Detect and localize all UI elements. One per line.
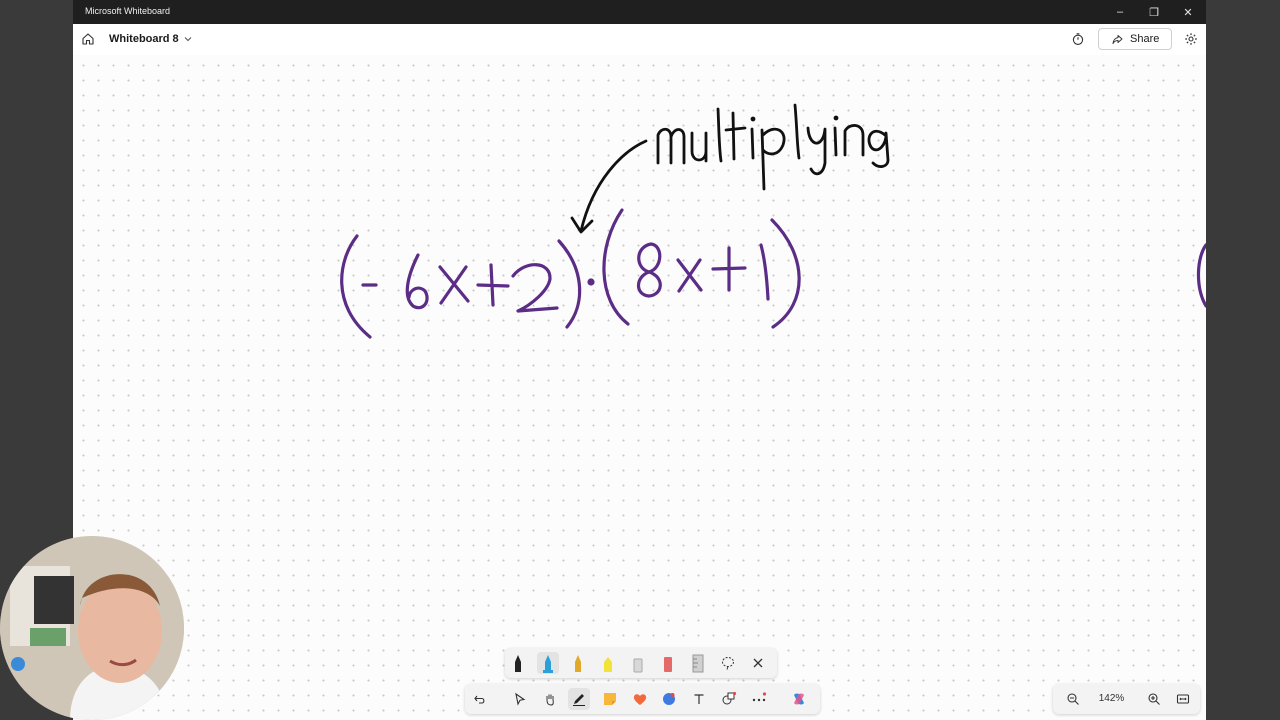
- undo-button[interactable]: [469, 688, 491, 710]
- zoom-level[interactable]: 142%: [1093, 693, 1130, 704]
- lasso-icon: [722, 657, 734, 670]
- fit-to-screen-button[interactable]: [1172, 688, 1194, 710]
- zoom-out-button[interactable]: [1062, 688, 1084, 710]
- undo-icon: [474, 695, 485, 704]
- timer-button[interactable]: [1069, 30, 1087, 48]
- more-tools-button[interactable]: [748, 688, 770, 710]
- ink-layer: [340, 103, 1206, 339]
- copilot-icon: [794, 693, 804, 705]
- highlighter-icon: [604, 657, 612, 672]
- timer-icon: [1072, 33, 1084, 45]
- zoom-in-button[interactable]: [1143, 688, 1165, 710]
- blue-pen-button[interactable]: [537, 652, 559, 674]
- minimize-button[interactable]: –: [1103, 0, 1137, 24]
- close-window-button[interactable]: ✕: [1171, 0, 1205, 24]
- more-icon: [752, 692, 767, 702]
- close-icon: [753, 658, 763, 668]
- pointer-icon: [515, 692, 526, 706]
- restore-icon: ❐: [1149, 6, 1159, 19]
- blue-pen-icon: [543, 655, 553, 673]
- highlighter-button[interactable]: [597, 652, 619, 674]
- close-icon: ✕: [1183, 6, 1193, 19]
- pen-button[interactable]: [568, 688, 590, 710]
- text-button[interactable]: [688, 688, 710, 710]
- chat-bubble-icon: [663, 693, 675, 705]
- minimize-icon: –: [1116, 6, 1124, 18]
- black-pen-button[interactable]: [507, 652, 529, 674]
- whiteboard-window: Microsoft Whiteboard – ❐ ✕ Whiteboard 8: [73, 0, 1206, 720]
- hand-icon: [546, 694, 554, 706]
- sticky-note-button[interactable]: [599, 688, 621, 710]
- pan-button[interactable]: [539, 688, 561, 710]
- copilot-button[interactable]: [788, 688, 810, 710]
- whiteboard-canvas[interactable]: [73, 55, 1206, 720]
- shapes-button[interactable]: [718, 688, 740, 710]
- presenter-video: [0, 536, 184, 720]
- app-title: Microsoft Whiteboard: [85, 6, 171, 16]
- shapes-icon: [722, 691, 737, 705]
- pen-icon: [573, 694, 585, 706]
- app-bar: Whiteboard 8 Share: [73, 24, 1206, 56]
- share-button[interactable]: Share: [1098, 28, 1172, 50]
- lasso-button[interactable]: [717, 652, 739, 674]
- red-pen-icon: [664, 657, 672, 672]
- sticky-note-icon: [604, 693, 616, 705]
- share-label: Share: [1130, 33, 1160, 45]
- eraser-button[interactable]: [627, 652, 649, 674]
- pencil-button[interactable]: [567, 652, 589, 674]
- settings-button[interactable]: [1182, 30, 1200, 48]
- black-pen-icon: [515, 655, 521, 672]
- red-pen-button[interactable]: [657, 652, 679, 674]
- board-name: Whiteboard 8: [109, 33, 179, 45]
- ruler-button[interactable]: [687, 652, 709, 674]
- main-toolbar: [465, 684, 820, 714]
- eraser-icon: [633, 658, 643, 673]
- text-icon: [694, 694, 704, 704]
- reactions-button[interactable]: [629, 688, 651, 710]
- close-pen-tray-button[interactable]: [747, 652, 769, 674]
- board-name-dropdown[interactable]: Whiteboard 8: [109, 33, 193, 45]
- ink-multiply-dot: [587, 278, 595, 286]
- ink-partial-stroke: [1196, 243, 1206, 308]
- zoom-bar: 142%: [1053, 684, 1200, 714]
- ruler-icon: [692, 654, 704, 673]
- pencil-icon: [575, 655, 581, 672]
- select-button[interactable]: [509, 688, 531, 710]
- restore-button[interactable]: ❐: [1137, 0, 1171, 24]
- home-button[interactable]: [79, 30, 97, 48]
- copilot-chat-button[interactable]: [658, 688, 680, 710]
- gear-icon: [1185, 33, 1197, 45]
- webcam-overlay: [0, 536, 184, 720]
- zoom-out-icon: [1067, 693, 1079, 705]
- ink-expression: [340, 208, 801, 339]
- pen-tray: [505, 648, 777, 678]
- share-icon: [1112, 34, 1123, 44]
- home-icon: [82, 33, 94, 45]
- title-bar: Microsoft Whiteboard – ❐ ✕: [73, 0, 1206, 24]
- heart-icon: [633, 694, 647, 705]
- fit-screen-icon: [1176, 694, 1190, 704]
- zoom-in-icon: [1148, 693, 1160, 705]
- chevron-down-icon: [184, 37, 192, 42]
